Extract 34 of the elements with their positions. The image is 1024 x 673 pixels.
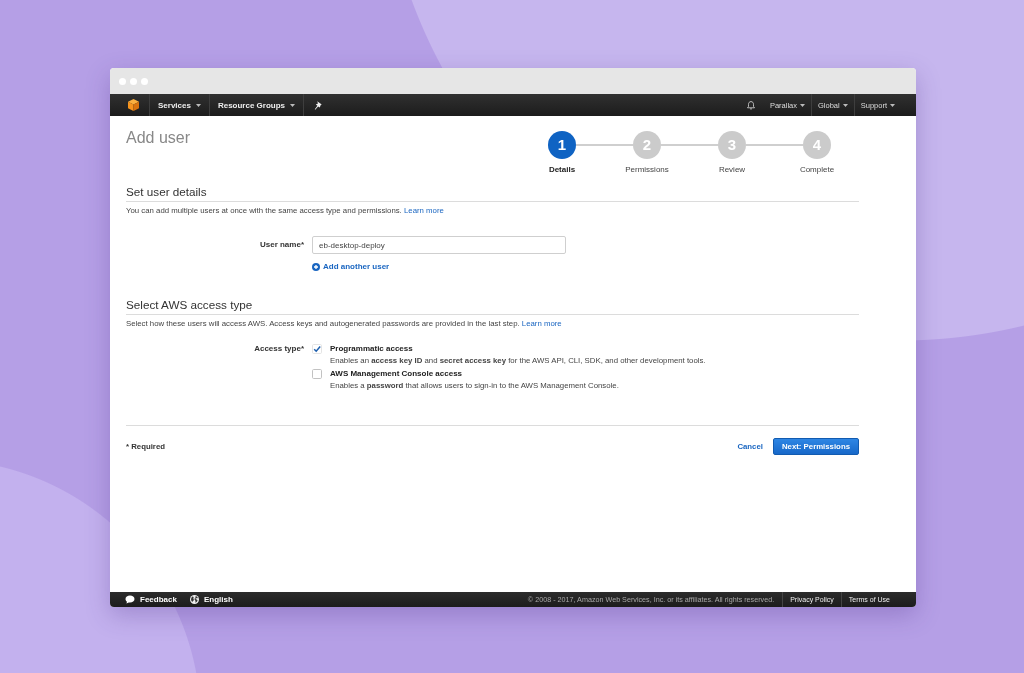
- option-label: AWS Management Console access: [330, 367, 463, 380]
- nav-menu-button[interactable]: Resource Groups: [209, 94, 304, 116]
- caret-icon: [290, 103, 296, 107]
- checkbox[interactable]: [312, 368, 322, 379]
- add-user-link[interactable]: Add another user: [312, 262, 390, 272]
- field-label: User name*: [259, 238, 304, 251]
- step-label: Permissions: [625, 165, 669, 175]
- checkbox[interactable]: [312, 344, 322, 355]
- section-heading: Set user details: [126, 185, 207, 199]
- step-connector: [661, 144, 718, 146]
- step-circle: 1: [548, 131, 576, 159]
- plus-circle-icon: [312, 263, 320, 271]
- user-name-input[interactable]: eb-desktop-deploy: [312, 236, 566, 254]
- step-label: Complete: [799, 165, 835, 175]
- page-title: Add user: [126, 128, 191, 148]
- step-label: Review: [718, 165, 746, 175]
- bell-icon[interactable]: [746, 100, 755, 110]
- caret-icon: [800, 103, 806, 107]
- nav-menu-button[interactable]: Services: [150, 94, 209, 116]
- section-heading: Select AWS access type: [126, 298, 253, 312]
- cube-logo-icon[interactable]: [128, 99, 139, 111]
- step-label: Details: [548, 165, 576, 175]
- step-connector: [576, 144, 633, 146]
- option-label: Programmatic access: [330, 343, 413, 355]
- pin-icon[interactable]: [314, 100, 323, 110]
- feedback-button[interactable]: Feedback: [125, 595, 177, 604]
- caret-icon: [842, 103, 848, 107]
- step-connector: [746, 144, 803, 146]
- caret-icon: [195, 103, 201, 107]
- field-label: Access type*: [254, 343, 304, 355]
- language-button[interactable]: English: [189, 595, 233, 604]
- globe-icon: [189, 595, 199, 604]
- caret-icon: [890, 103, 895, 107]
- speech-bubble-icon: [125, 595, 135, 604]
